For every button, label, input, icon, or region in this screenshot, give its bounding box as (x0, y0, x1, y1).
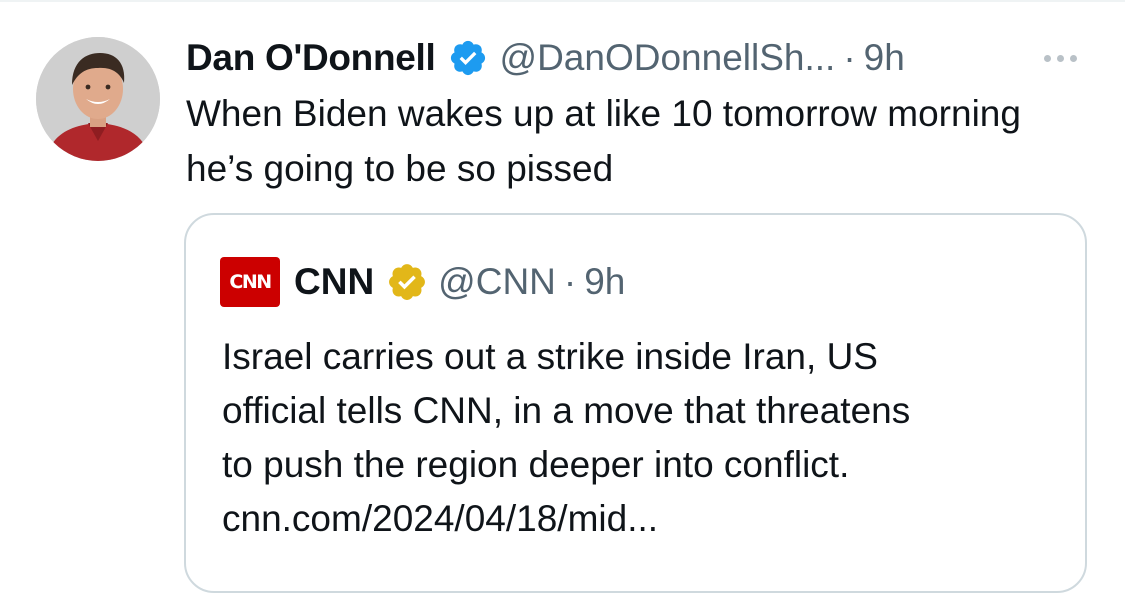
tweet[interactable]: Dan O'Donnell @DanODonnellSh... · 9h Whe… (0, 0, 1125, 593)
author-handle[interactable]: @DanODonnellSh... (500, 37, 836, 79)
ellipsis-dot (1069, 54, 1077, 62)
avatar[interactable] (36, 37, 160, 161)
quoted-author-name[interactable]: CNN (294, 261, 374, 303)
timestamp[interactable]: 9h (864, 37, 905, 79)
ellipsis-dot (1043, 54, 1051, 62)
quoted-text-line: official tells CNN, in a move that threa… (222, 390, 911, 431)
tweet-text: When Biden wakes up at like 10 tomorrow … (186, 93, 1021, 189)
ellipsis-icon[interactable] (1035, 40, 1085, 76)
quoted-author-handle[interactable]: @CNN (438, 261, 556, 303)
avatar-photo (36, 37, 160, 161)
quoted-tweet[interactable]: CNN CNN @CNN · 9h Israel carries out a s… (184, 213, 1087, 593)
quoted-text-line: to push the region deeper into conflict. (222, 444, 850, 485)
quoted-tweet-header: CNN CNN @CNN · 9h (220, 257, 625, 307)
quoted-text-line: Israel carries out a strike inside Iran,… (222, 336, 878, 377)
gold-verified-badge-icon[interactable] (386, 261, 428, 303)
tweet-header: Dan O'Donnell @DanODonnellSh... · 9h (186, 30, 1085, 86)
cnn-logo-text: CNN (229, 271, 272, 293)
quoted-separator-dot: · (563, 261, 577, 302)
separator-dot: · (843, 37, 856, 78)
quoted-timestamp[interactable]: 9h (584, 261, 625, 303)
cnn-logo-avatar[interactable]: CNN (220, 257, 280, 307)
author-name[interactable]: Dan O'Donnell (186, 37, 436, 79)
verified-badge-icon[interactable] (448, 38, 488, 78)
quoted-link-line[interactable]: cnn.com/2024/04/18/mid... (222, 492, 1062, 546)
quoted-tweet-text: Israel carries out a strike inside Iran,… (222, 330, 1062, 546)
ellipsis-dot (1056, 54, 1064, 62)
